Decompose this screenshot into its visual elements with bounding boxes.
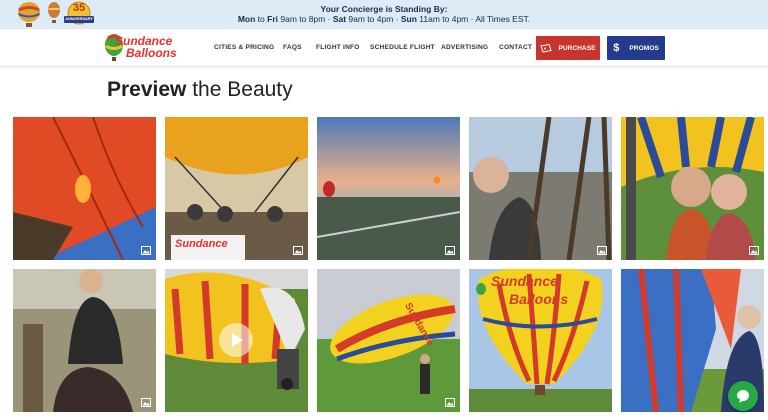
concierge-heading: Your Concierge is Standing By: (320, 4, 448, 14)
gallery-photo-6[interactable] (13, 269, 156, 412)
promos-button[interactable]: $ PROMOS (607, 36, 665, 60)
sundance-logo[interactable]: Sundance Balloons (104, 32, 184, 64)
hours-fri: Fri (267, 14, 278, 24)
main-navigation: Sundance Balloons CITIES & PRICING FAQS … (0, 29, 768, 67)
gallery-title-rest: the Beauty (186, 78, 293, 101)
dollar-icon: $ (613, 42, 620, 54)
gallery-video-7[interactable] (165, 269, 308, 412)
concierge-hours: Mon to Fri 9am to 8pm · Sat 9am to 4pm ·… (0, 14, 768, 24)
image-icon (141, 398, 151, 407)
gallery-title-bold: Preview (107, 78, 187, 101)
hours-sun-time: 11am to 4pm · All Times EST. (416, 14, 531, 24)
nav-contact[interactable]: CONTACT (499, 44, 532, 51)
gallery-photo-1[interactable] (13, 117, 156, 260)
chat-button[interactable] (728, 381, 758, 411)
hours-sun: Sun (400, 14, 417, 24)
concierge-banner: 35 ANNIVERSARY Your Concierge is Standin… (0, 0, 768, 29)
nav-cities-pricing[interactable]: CITIES & PRICING (214, 44, 274, 51)
hours-sat-time: 9am to 4pm · (346, 14, 401, 24)
image-icon (597, 246, 607, 255)
hours-weekday: 9am to 8pm · (278, 14, 333, 24)
gallery-photo-2[interactable]: Sundance (165, 117, 308, 260)
ticket-icon (540, 43, 553, 53)
promos-label: PROMOS (629, 44, 659, 52)
gallery-title: Preview the Beauty (107, 78, 293, 102)
chat-bubble-icon (737, 390, 749, 403)
nav-advertising[interactable]: ADVERTISING (441, 44, 488, 51)
balloon-text-balloons: Balloons (509, 291, 569, 307)
gallery-photo-5[interactable] (621, 117, 764, 260)
logo-text-line2: Balloons (126, 46, 177, 60)
nav-flight-info[interactable]: FLIGHT INFO (316, 44, 360, 51)
nav-schedule-flight[interactable]: SCHEDULE FLIGHT (370, 44, 435, 51)
banner-text-sundance: Sundance (175, 238, 228, 250)
image-icon (293, 246, 303, 255)
purchase-button[interactable]: PURCHASE (536, 36, 600, 60)
purchase-label: PURCHASE (558, 44, 596, 52)
image-icon (445, 246, 455, 255)
image-icon (141, 246, 151, 255)
nav-faqs[interactable]: FAQS (283, 44, 302, 51)
gallery-photo-4[interactable] (469, 117, 612, 260)
play-icon[interactable] (219, 323, 253, 357)
hours-sat: Sat (332, 14, 347, 24)
gallery-photo-3[interactable] (317, 117, 460, 260)
balloon-text-sundance: Sundance (491, 273, 558, 289)
hours-to: to (255, 14, 268, 24)
hours-mon: Mon (237, 14, 256, 24)
gallery-photo-9[interactable]: Sundance Balloons (469, 269, 612, 412)
image-icon (749, 246, 759, 255)
gallery-photo-8[interactable]: Sundance (317, 269, 460, 412)
image-icon (445, 398, 455, 407)
